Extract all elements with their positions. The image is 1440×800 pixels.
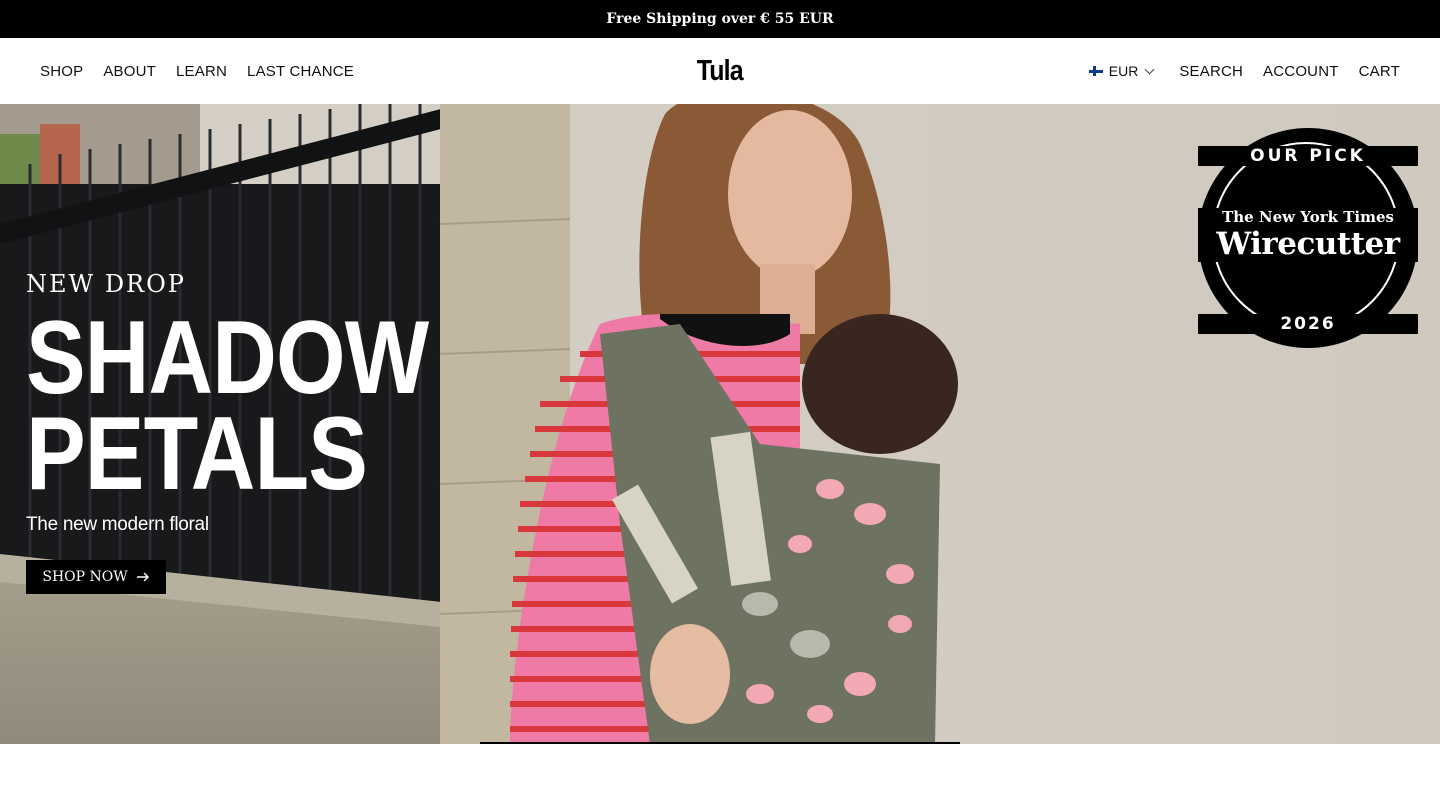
hero-text-block: NEW DROP SHADOW PETALS The new modern fl… [26, 264, 494, 536]
hero-headline-line1: SHADOW [26, 300, 429, 416]
wirecutter-badge: OUR PICK The New York Times Wirecutter 2… [1198, 128, 1418, 348]
currency-selector[interactable]: EUR [1088, 63, 1155, 79]
logo[interactable]: Tula [697, 55, 744, 88]
nav-learn[interactable]: LEARN [176, 63, 227, 80]
site-header: SHOP ABOUT LEARN LAST CHANCE Tula EUR SE… [0, 38, 1440, 104]
announcement-text: Free Shipping over € 55 EUR [606, 11, 834, 27]
badge-publisher: The New York Times [1198, 208, 1418, 226]
chevron-down-icon [1144, 64, 1155, 74]
slide-progress-indicator [480, 742, 960, 744]
nav-last-chance[interactable]: LAST CHANCE [247, 63, 354, 80]
announcement-bar: Free Shipping over € 55 EUR [0, 0, 1440, 38]
shop-now-button[interactable]: SHOP NOW [26, 560, 166, 594]
badge-brand: Wirecutter [1198, 226, 1418, 262]
arrow-right-icon [136, 572, 149, 582]
shop-now-label: SHOP NOW [42, 569, 128, 585]
nav-account[interactable]: ACCOUNT [1263, 63, 1339, 80]
hero-headline-line2: PETALS [26, 396, 368, 512]
hero-eyebrow: NEW DROP [26, 270, 186, 298]
nav-search[interactable]: SEARCH [1179, 63, 1243, 80]
hero-subline: The new modern floral [26, 514, 209, 535]
nav-about[interactable]: ABOUT [103, 63, 156, 80]
badge-year: 2026 [1198, 314, 1418, 334]
finland-flag-icon [1088, 66, 1103, 76]
utility-nav: EUR SEARCH ACCOUNT CART [1088, 38, 1400, 104]
nav-shop[interactable]: SHOP [40, 63, 83, 80]
nav-cart[interactable]: CART [1359, 63, 1400, 80]
currency-code: EUR [1108, 63, 1139, 79]
primary-nav: SHOP ABOUT LEARN LAST CHANCE [40, 38, 354, 104]
hero-banner[interactable]: NEW DROP SHADOW PETALS The new modern fl… [0, 104, 1440, 744]
badge-top-text: OUR PICK [1198, 146, 1418, 166]
